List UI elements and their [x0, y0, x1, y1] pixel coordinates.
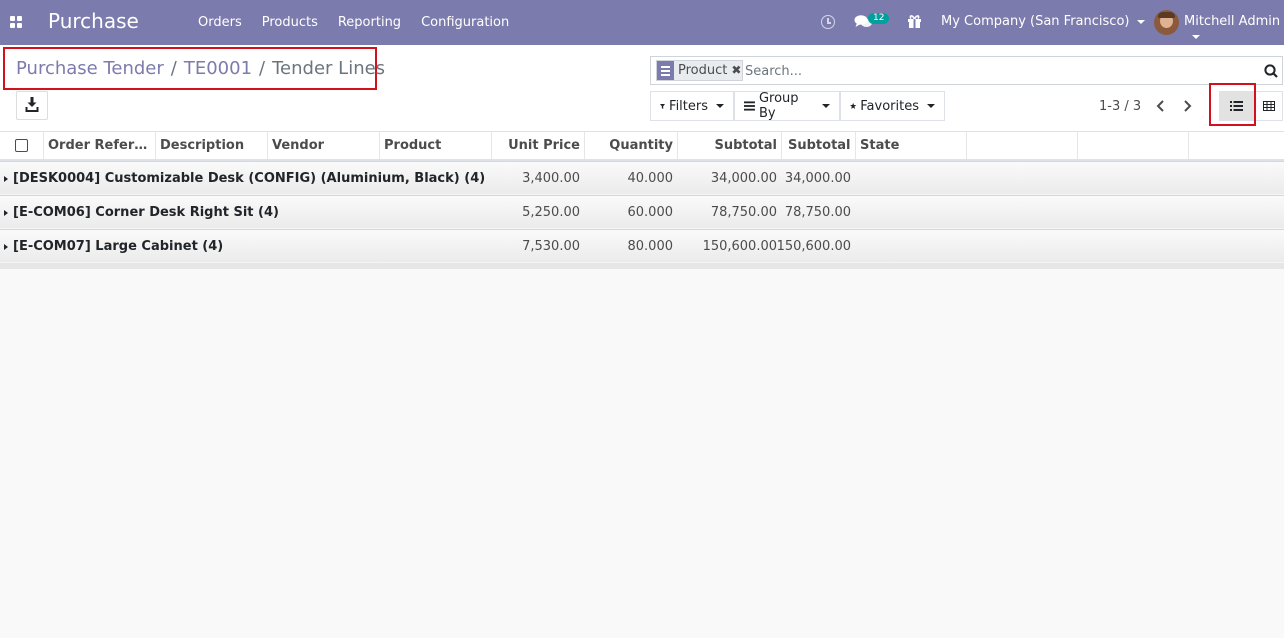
company-name: My Company (San Francisco): [941, 14, 1130, 29]
group-quantity: 80.000: [627, 239, 674, 254]
group-label: [E-COM06] Corner Desk Right Sit (4): [13, 205, 279, 220]
column-subtotal[interactable]: Subtotal: [678, 132, 782, 159]
breadcrumb-te0001[interactable]: TE0001: [184, 58, 252, 79]
group-subtotal: 150,600.00: [702, 239, 777, 254]
column-description[interactable]: Description: [156, 132, 268, 159]
menu-item-orders[interactable]: Orders: [188, 15, 252, 30]
search-facet: Product ✖: [656, 60, 744, 81]
caret-down-icon: [822, 104, 830, 108]
group-by-label: Group By: [758, 91, 799, 121]
column-state[interactable]: State: [856, 132, 967, 159]
breadcrumb-current: Tender Lines: [272, 58, 386, 79]
filters-label: Filters: [669, 98, 708, 114]
caret-right-icon: [4, 209, 8, 216]
pager-next-icon[interactable]: [1176, 95, 1200, 117]
caret-down-icon: [927, 104, 935, 108]
activity-clock-icon[interactable]: [821, 15, 835, 29]
filter-icon: [660, 103, 666, 109]
group-title: [E-COM06] Corner Desk Right Sit (4): [4, 205, 279, 220]
group-label: [DESK0004] Customizable Desk (CONFIG) (A…: [13, 171, 486, 186]
caret-right-icon: [4, 175, 8, 182]
facet-label: Product: [674, 61, 732, 80]
apps-menu-icon[interactable]: [10, 16, 22, 28]
breadcrumb-purchase-tender[interactable]: Purchase Tender: [16, 58, 164, 79]
group-quantity: 40.000: [627, 171, 674, 186]
pivot-view-button[interactable]: [1254, 91, 1283, 121]
menu-item-configuration[interactable]: Configuration: [411, 15, 519, 30]
group-title: [DESK0004] Customizable Desk (CONFIG) (A…: [4, 171, 485, 186]
group-subtotal-2: 34,000.00: [784, 171, 851, 186]
download-icon: [25, 97, 39, 112]
star-icon: [850, 102, 857, 109]
caret-right-icon: [4, 243, 8, 250]
filters-button[interactable]: Filters: [650, 91, 734, 121]
caret-down-icon: [1137, 19, 1146, 24]
gift-icon[interactable]: [907, 14, 922, 29]
favorites-button[interactable]: Favorites: [840, 91, 945, 121]
column-subtotal-2[interactable]: Subtotal: [782, 132, 856, 159]
group-quantity: 60.000: [627, 205, 674, 220]
group-row[interactable]: [E-COM06] Corner Desk Right Sit (4) 5,25…: [0, 195, 1284, 229]
column-vendor[interactable]: Vendor: [268, 132, 380, 159]
menu-item-products[interactable]: Products: [252, 15, 328, 30]
group-by-icon: [744, 101, 755, 111]
select-all-cell: [0, 132, 44, 159]
group-subtotal-2: 78,750.00: [784, 205, 851, 220]
caret-down-icon: [716, 104, 724, 108]
company-switcher[interactable]: My Company (San Francisco): [941, 14, 1146, 29]
group-unit-price: 7,530.00: [522, 239, 580, 254]
column-empty: [1078, 132, 1189, 159]
group-label: [E-COM07] Large Cabinet (4): [13, 239, 224, 254]
column-quantity[interactable]: Quantity: [585, 132, 678, 159]
caret-down-icon: [1192, 34, 1200, 39]
menu-item-reporting[interactable]: Reporting: [328, 15, 411, 30]
search-input[interactable]: [745, 61, 1245, 81]
column-product[interactable]: Product: [380, 132, 492, 159]
group-row[interactable]: [E-COM07] Large Cabinet (4) 7,530.00 80.…: [0, 229, 1284, 263]
pivot-table-icon: [1262, 101, 1275, 111]
group-by-facet-icon: [657, 61, 674, 80]
group-row[interactable]: [DESK0004] Customizable Desk (CONFIG) (A…: [0, 161, 1284, 195]
user-menu[interactable]: Mitchell Admin: [1184, 14, 1284, 44]
main-menu: Orders Products Reporting Configuration: [188, 0, 519, 45]
table-header: Order Referen… Description Vendor Produc…: [0, 132, 1284, 161]
view-switcher-highlight: [1209, 83, 1256, 126]
top-navbar: Purchase Orders Products Reporting Confi…: [0, 0, 1284, 45]
column-unit-price[interactable]: Unit Price: [492, 132, 585, 159]
breadcrumb: Purchase Tender / TE0001 / Tender Lines: [16, 58, 385, 79]
group-subtotal: 78,750.00: [710, 205, 777, 220]
user-name: Mitchell Admin: [1184, 14, 1281, 29]
group-subtotal: 34,000.00: [710, 171, 777, 186]
group-unit-price: 3,400.00: [522, 171, 580, 186]
group-title: [E-COM07] Large Cabinet (4): [4, 239, 223, 254]
column-empty: [967, 132, 1078, 159]
facet-remove-icon[interactable]: ✖: [731, 61, 743, 80]
select-all-checkbox[interactable]: [15, 139, 28, 152]
table-footer: [0, 263, 1284, 269]
export-download-button[interactable]: [16, 91, 48, 120]
user-avatar[interactable]: [1154, 10, 1179, 35]
tender-lines-table: Order Referen… Description Vendor Produc…: [0, 132, 1284, 269]
group-by-button[interactable]: Group By: [734, 91, 840, 121]
control-panel: Purchase Tender / TE0001 / Tender Lines …: [0, 45, 1284, 132]
breadcrumb-separator: /: [259, 58, 266, 79]
column-empty: [1189, 132, 1284, 159]
app-name[interactable]: Purchase: [48, 9, 139, 33]
pager-previous-icon[interactable]: [1148, 95, 1172, 117]
group-subtotal-2: 150,600.00: [776, 239, 851, 254]
message-count-badge: 12: [868, 13, 890, 24]
search-bar: Product ✖: [650, 56, 1283, 85]
column-order-reference[interactable]: Order Referen…: [44, 132, 156, 159]
group-unit-price: 5,250.00: [522, 205, 580, 220]
favorites-label: Favorites: [860, 98, 919, 114]
pager-value[interactable]: 1-3 / 3: [1099, 99, 1141, 114]
breadcrumb-separator: /: [170, 58, 177, 79]
search-icon[interactable]: [1264, 64, 1278, 78]
